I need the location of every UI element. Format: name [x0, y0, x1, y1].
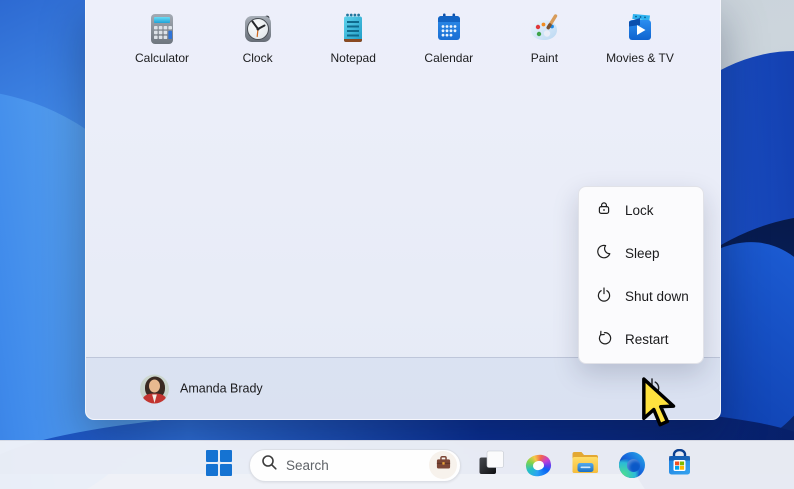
app-notepad[interactable]: Notepad: [308, 12, 398, 65]
microsoft-store-icon: [666, 449, 693, 482]
paint-icon: [527, 12, 561, 46]
cursor: [640, 377, 686, 436]
windows-logo-icon: [206, 450, 232, 481]
app-movies-tv[interactable]: Movies & TV: [595, 12, 685, 65]
app-clock[interactable]: Clock: [213, 12, 303, 65]
clock-icon: [241, 12, 275, 46]
power-menu-label: Shut down: [625, 289, 689, 304]
app-label: Clock: [243, 51, 273, 65]
notepad-icon: [336, 12, 370, 46]
task-view-button[interactable]: [474, 445, 508, 485]
desktop: Calculator: [0, 0, 794, 489]
file-explorer-button[interactable]: [568, 445, 602, 485]
calculator-icon: [145, 12, 179, 46]
pinned-apps: Calculator: [117, 12, 685, 65]
restart-icon: [596, 329, 612, 350]
copilot-icon: [526, 453, 551, 478]
app-label: Notepad: [331, 51, 376, 65]
shutdown-icon: [596, 286, 612, 307]
power-menu-label: Restart: [625, 332, 669, 347]
power-menu-item-restart[interactable]: Restart: [579, 318, 703, 361]
task-view-icon: [478, 449, 505, 481]
power-menu-item-shutdown[interactable]: Shut down: [579, 275, 703, 318]
user-bar: Amanda Brady: [86, 357, 720, 419]
calendar-icon: [432, 12, 466, 46]
search-highlight-badge[interactable]: [429, 451, 457, 479]
movies-tv-icon: [623, 12, 657, 46]
edge-button[interactable]: [615, 445, 649, 485]
search-icon: [261, 454, 278, 476]
search-box[interactable]: [249, 449, 461, 482]
briefcase-icon: [435, 454, 452, 476]
app-label: Paint: [531, 51, 558, 65]
start-button[interactable]: [202, 445, 236, 485]
power-menu-label: Sleep: [625, 246, 660, 261]
avatar: [140, 374, 169, 403]
app-calculator[interactable]: Calculator: [117, 12, 207, 65]
lock-icon: [596, 200, 612, 221]
user-name: Amanda Brady: [180, 382, 263, 396]
sleep-icon: [596, 243, 612, 264]
file-explorer-icon: [571, 450, 600, 480]
search-input[interactable]: [286, 458, 429, 473]
copilot-button[interactable]: [521, 445, 555, 485]
app-calendar[interactable]: Calendar: [404, 12, 494, 65]
power-menu-label: Lock: [625, 203, 654, 218]
store-button[interactable]: [662, 445, 696, 485]
app-label: Movies & TV: [606, 51, 674, 65]
app-label: Calendar: [424, 51, 473, 65]
app-label: Calculator: [135, 51, 189, 65]
power-menu: Lock Sleep Shut down: [578, 186, 704, 364]
app-paint[interactable]: Paint: [499, 12, 589, 65]
taskbar: [0, 440, 794, 489]
power-menu-item-lock[interactable]: Lock: [579, 189, 703, 232]
user-profile-button[interactable]: Amanda Brady: [132, 369, 271, 408]
edge-icon: [619, 452, 645, 478]
power-menu-item-sleep[interactable]: Sleep: [579, 232, 703, 275]
